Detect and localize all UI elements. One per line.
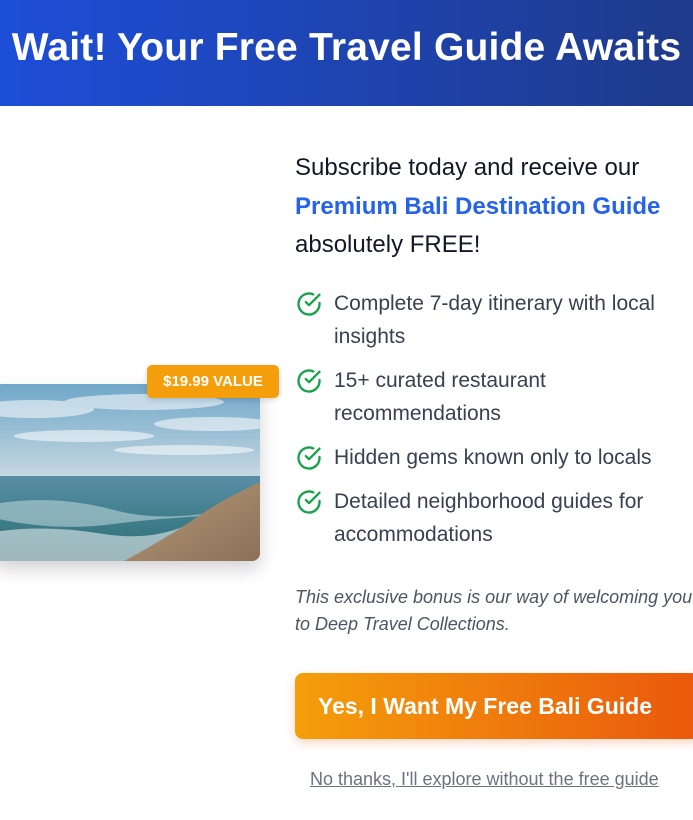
feature-text: Complete 7-day itinerary with local insi… (334, 292, 655, 348)
feature-text: Detailed neighborhood guides for accommo… (334, 490, 644, 546)
beach-photo (0, 384, 260, 561)
check-circle-icon (297, 369, 321, 393)
check-circle-icon (297, 446, 321, 470)
feature-list: Complete 7-day itinerary with local insi… (295, 287, 693, 562)
feature-text: Hidden gems known only to locals (334, 446, 652, 469)
decline-link[interactable]: No thanks, I'll explore without the free… (310, 766, 659, 792)
claim-guide-button[interactable]: Yes, I Want My Free Bali Guide (295, 673, 693, 739)
intro-line-3: absolutely FREE! (295, 231, 481, 258)
feature-item: Hidden gems known only to locals (295, 441, 693, 474)
header-title: Wait! Your Free Travel Guide Awaits (11, 26, 682, 69)
guide-cover-image (0, 384, 260, 561)
intro-line-1: Subscribe today and receive our (295, 154, 640, 181)
guide-name-highlight: Premium Bali Destination Guide (295, 192, 661, 220)
feature-text: 15+ curated restaurant recommendations (334, 369, 546, 425)
value-badge: $19.99 VALUE (147, 365, 279, 398)
feature-item: 15+ curated restaurant recommendations (295, 364, 693, 430)
header-banner: Wait! Your Free Travel Guide Awaits (0, 0, 693, 106)
intro-text: Subscribe today and receive our Premium … (295, 149, 693, 265)
feature-item: Complete 7-day itinerary with local insi… (295, 287, 693, 353)
feature-item: Detailed neighborhood guides for accommo… (295, 485, 693, 551)
welcome-note: This exclusive bonus is our way of welco… (295, 587, 693, 634)
check-circle-icon (297, 490, 321, 514)
check-circle-icon (297, 292, 321, 316)
